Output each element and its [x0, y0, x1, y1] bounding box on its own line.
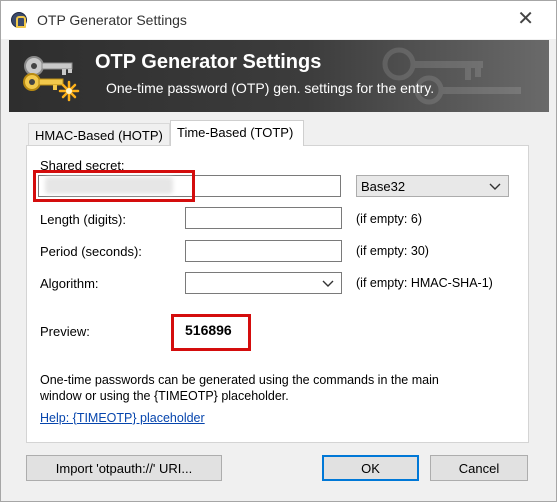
otp-settings-window: OTP Generator Settings ✕ OTP Generator S… [0, 0, 557, 502]
banner-subtitle: One-time password (OTP) gen. settings fo… [106, 80, 435, 96]
banner: OTP Generator Settings One-time password… [9, 40, 549, 112]
banner-title: OTP Generator Settings [95, 51, 322, 73]
otp-info-line-1: One-time passwords can be generated usin… [40, 373, 439, 387]
encoding-select[interactable]: Base32 [356, 175, 509, 197]
otp-info-note: One-time passwords can be generated usin… [40, 372, 500, 404]
chevron-down-icon [489, 183, 501, 190]
title-bar: OTP Generator Settings ✕ [1, 1, 556, 39]
length-hint: (if empty: 6) [356, 212, 422, 226]
keys-star-icon [23, 56, 80, 102]
window-title: OTP Generator Settings [37, 12, 187, 28]
preview-highlight [171, 314, 251, 351]
help-timeotp-link[interactable]: Help: {TIMEOTP} placeholder [40, 411, 205, 425]
algorithm-select[interactable] [185, 272, 342, 294]
tab-totp[interactable]: Time-Based (TOTP) [170, 120, 304, 146]
import-otpauth-uri-button[interactable]: Import 'otpauth://' URI... [26, 455, 222, 481]
length-input[interactable] [185, 207, 342, 229]
period-hint: (if empty: 30) [356, 244, 429, 258]
algorithm-hint: (if empty: HMAC-SHA-1) [356, 276, 493, 290]
encoding-select-value: Base32 [361, 179, 406, 194]
ok-button[interactable]: OK [322, 455, 419, 481]
shared-secret-highlight [33, 170, 195, 202]
chevron-down-icon [322, 280, 334, 287]
length-label: Length (digits): [40, 212, 126, 227]
period-input[interactable] [185, 240, 342, 262]
period-label: Period (seconds): [40, 244, 142, 259]
keepass-lock-icon [11, 12, 27, 28]
close-icon[interactable]: ✕ [517, 9, 534, 29]
cancel-button[interactable]: Cancel [430, 455, 528, 481]
otp-info-line-2: window or using the {TIMEOTP} placeholde… [40, 389, 289, 403]
tab-hotp[interactable]: HMAC-Based (HOTP) [28, 123, 170, 145]
preview-label: Preview: [40, 324, 90, 339]
algorithm-label: Algorithm: [40, 276, 99, 291]
banner-background-keys-icon [382, 47, 521, 105]
